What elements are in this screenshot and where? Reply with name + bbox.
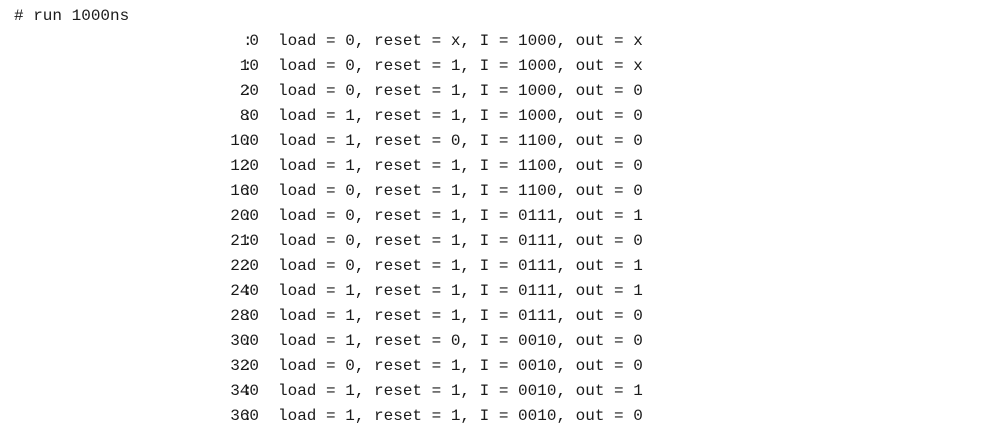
simulation-output: 0: load = 0, reset = x, I = 1000, out = x… [0, 29, 990, 429]
separator: : [243, 157, 253, 175]
signal-values: load = 1, reset = 1, I = 0111, out = 1 [278, 282, 643, 300]
output-row: 320: load = 0, reset = 1, I = 0010, out =… [0, 354, 990, 379]
output-row: 120: load = 1, reset = 1, I = 1100, out =… [0, 154, 990, 179]
separator: : [243, 382, 253, 400]
separator: : [243, 182, 253, 200]
output-row: 210: load = 0, reset = 1, I = 0111, out =… [0, 229, 990, 254]
output-row: 360: load = 1, reset = 1, I = 0010, out =… [0, 404, 990, 429]
signal-values: load = 1, reset = 0, I = 1100, out = 0 [278, 132, 643, 150]
separator: : [243, 257, 253, 275]
output-row: 280: load = 1, reset = 1, I = 0111, out =… [0, 304, 990, 329]
signal-values: load = 1, reset = 0, I = 0010, out = 0 [278, 332, 643, 350]
signal-values: load = 1, reset = 1, I = 0010, out = 0 [278, 407, 643, 425]
output-row: 160: load = 0, reset = 1, I = 1100, out =… [0, 179, 990, 204]
output-row: 340: load = 1, reset = 1, I = 0010, out =… [0, 379, 990, 404]
signal-values: load = 1, reset = 1, I = 0010, out = 1 [278, 382, 643, 400]
separator: : [243, 107, 253, 125]
separator: : [243, 132, 253, 150]
separator: : [243, 407, 253, 425]
output-row: 100: load = 1, reset = 0, I = 1100, out =… [0, 129, 990, 154]
signal-values: load = 0, reset = 1, I = 0111, out = 1 [278, 257, 643, 275]
signal-values: load = 0, reset = 1, I = 1000, out = x [278, 57, 643, 75]
signal-values: load = 0, reset = x, I = 1000, out = x [278, 32, 643, 50]
signal-values: load = 1, reset = 1, I = 1000, out = 0 [278, 107, 643, 125]
separator: : [243, 232, 253, 250]
separator: : [243, 207, 253, 225]
output-row: 0: load = 0, reset = x, I = 1000, out = x [0, 29, 990, 54]
output-row: 20: load = 0, reset = 1, I = 1000, out = … [0, 79, 990, 104]
separator: : [243, 307, 253, 325]
signal-values: load = 0, reset = 1, I = 0111, out = 0 [278, 232, 643, 250]
output-row: 220: load = 0, reset = 1, I = 0111, out =… [0, 254, 990, 279]
separator: : [243, 282, 253, 300]
separator: : [243, 332, 253, 350]
run-command-line: # run 1000ns [14, 7, 130, 25]
separator: : [243, 82, 253, 100]
separator: : [243, 57, 253, 75]
output-row: 300: load = 1, reset = 0, I = 0010, out =… [0, 329, 990, 354]
signal-values: load = 0, reset = 1, I = 0010, out = 0 [278, 357, 643, 375]
output-row: 240: load = 1, reset = 1, I = 0111, out =… [0, 279, 990, 304]
signal-values: load = 0, reset = 1, I = 1100, out = 0 [278, 182, 643, 200]
output-row: 10: load = 0, reset = 1, I = 1000, out = … [0, 54, 990, 79]
signal-values: load = 0, reset = 1, I = 1000, out = 0 [278, 82, 643, 100]
simulation-console: # run 1000ns 0: load = 0, reset = x, I = … [0, 0, 990, 426]
signal-values: load = 1, reset = 1, I = 1100, out = 0 [278, 157, 643, 175]
separator: : [243, 32, 253, 50]
separator: : [243, 357, 253, 375]
signal-values: load = 0, reset = 1, I = 0111, out = 1 [278, 207, 643, 225]
output-row: 80: load = 1, reset = 1, I = 1000, out = … [0, 104, 990, 129]
signal-values: load = 1, reset = 1, I = 0111, out = 0 [278, 307, 643, 325]
output-row: 200: load = 0, reset = 1, I = 0111, out =… [0, 204, 990, 229]
